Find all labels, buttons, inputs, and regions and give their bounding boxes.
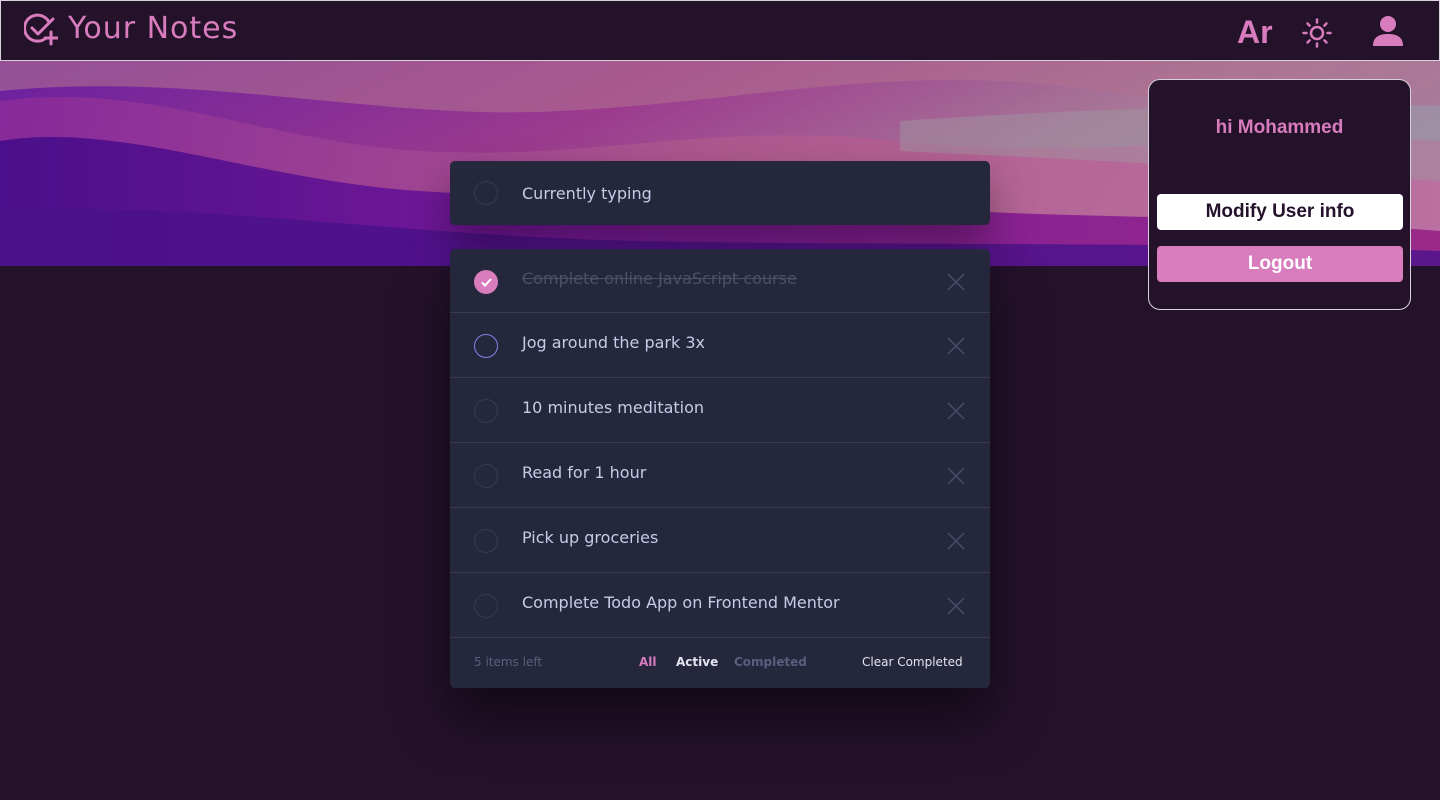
top-navbar: Your Notes Ar [0, 0, 1440, 61]
todo-text[interactable]: Read for 1 hour [522, 463, 646, 482]
filter-all[interactable]: All [639, 655, 657, 669]
todo-item: 10 minutes meditation [450, 378, 990, 443]
todo-item: Read for 1 hour [450, 443, 990, 508]
todo-checkbox[interactable] [474, 529, 498, 553]
todo-text[interactable]: Complete Todo App on Frontend Mentor [522, 593, 840, 612]
items-left-count: 5 items left [474, 655, 543, 669]
todo-list: Complete online JavaScript course Jog ar… [450, 249, 990, 688]
todo-text[interactable]: 10 minutes meditation [522, 398, 704, 417]
close-icon[interactable] [947, 273, 965, 291]
language-toggle-button[interactable]: Ar [1237, 14, 1273, 51]
user-icon[interactable] [1371, 15, 1405, 47]
todo-checkbox-checked[interactable] [474, 270, 498, 294]
todo-text[interactable]: Jog around the park 3x [522, 333, 705, 352]
todo-checkbox[interactable] [474, 464, 498, 488]
user-greeting: hi Mohammed [1215, 117, 1344, 138]
new-todo-toggle[interactable] [474, 181, 498, 205]
filter-completed[interactable]: Completed [734, 655, 807, 669]
todo-checkbox[interactable] [474, 334, 498, 358]
check-icon [481, 278, 492, 287]
todo-item: Complete Todo App on Frontend Mentor [450, 573, 990, 638]
check-circle-plus-icon [24, 13, 58, 46]
new-todo-input[interactable] [522, 181, 962, 205]
close-icon[interactable] [947, 402, 965, 420]
close-icon[interactable] [947, 532, 965, 550]
todo-item: Complete online JavaScript course [450, 249, 990, 313]
todo-item: Pick up groceries [450, 508, 990, 573]
sun-icon[interactable] [1302, 18, 1332, 48]
todo-text[interactable]: Pick up groceries [522, 528, 658, 547]
filter-active[interactable]: Active [676, 655, 718, 669]
close-icon[interactable] [947, 467, 965, 485]
todo-checkbox[interactable] [474, 594, 498, 618]
clear-completed-button[interactable]: Clear Completed [862, 655, 963, 669]
todo-text[interactable]: Complete online JavaScript course [522, 269, 797, 288]
todo-list-footer: 5 items left All Active Completed Clear … [450, 639, 990, 688]
modify-user-info-button[interactable]: Modify User info [1157, 194, 1403, 230]
todo-checkbox[interactable] [474, 399, 498, 423]
close-icon[interactable] [947, 597, 965, 615]
app-title: Your Notes [68, 10, 239, 46]
logout-button[interactable]: Logout [1157, 246, 1403, 282]
user-menu-panel: hi Mohammed Modify User info Logout [1148, 79, 1411, 310]
todo-item: Jog around the park 3x [450, 313, 990, 378]
close-icon[interactable] [947, 337, 965, 355]
new-todo-card [450, 161, 990, 225]
brand: Your Notes [24, 10, 238, 46]
